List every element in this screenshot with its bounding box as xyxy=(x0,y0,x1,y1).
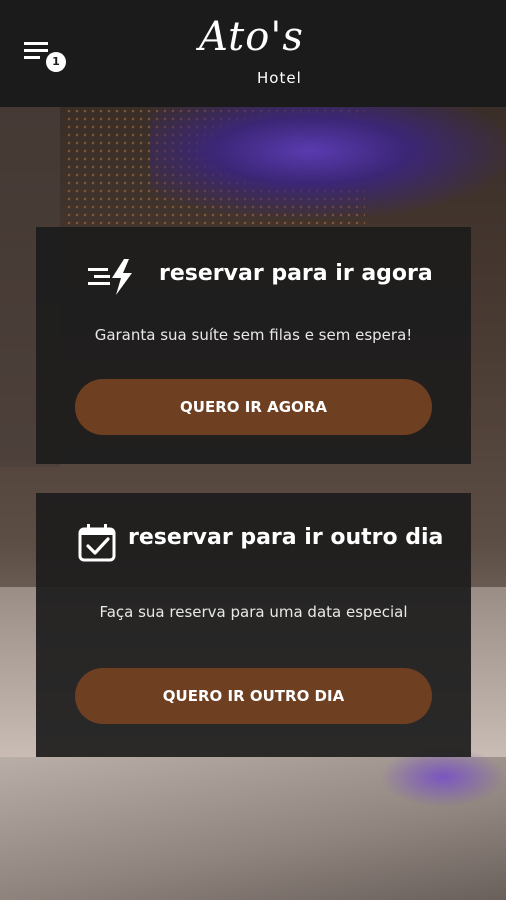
reserve-later-button[interactable]: QUERO IR OUTRO DIA xyxy=(75,668,432,724)
card-description: Faça sua reserva para uma data especial xyxy=(99,603,408,621)
card-title: reservar para ir outro dia xyxy=(128,525,444,550)
calendar-check-icon xyxy=(78,524,116,562)
app-header: 1 Ato's Hotel xyxy=(0,0,506,107)
reserve-now-card: reservar para ir agora Garanta sua suíte… xyxy=(36,227,471,464)
card-title: reservar para ir agora xyxy=(159,261,433,286)
fast-lightning-icon xyxy=(88,259,132,295)
menu-button[interactable]: 1 xyxy=(24,40,68,74)
card-description: Garanta sua suíte sem filas e sem espera… xyxy=(94,326,413,344)
logo-main-text: Ato's xyxy=(199,14,304,60)
logo-sub-text: Hotel xyxy=(257,69,302,87)
reserve-now-button[interactable]: QUERO IR AGORA xyxy=(75,379,432,435)
hotel-logo: Ato's Hotel xyxy=(195,14,315,94)
notification-badge: 1 xyxy=(46,52,66,72)
reserve-later-card: reservar para ir outro dia Faça sua rese… xyxy=(36,493,471,757)
